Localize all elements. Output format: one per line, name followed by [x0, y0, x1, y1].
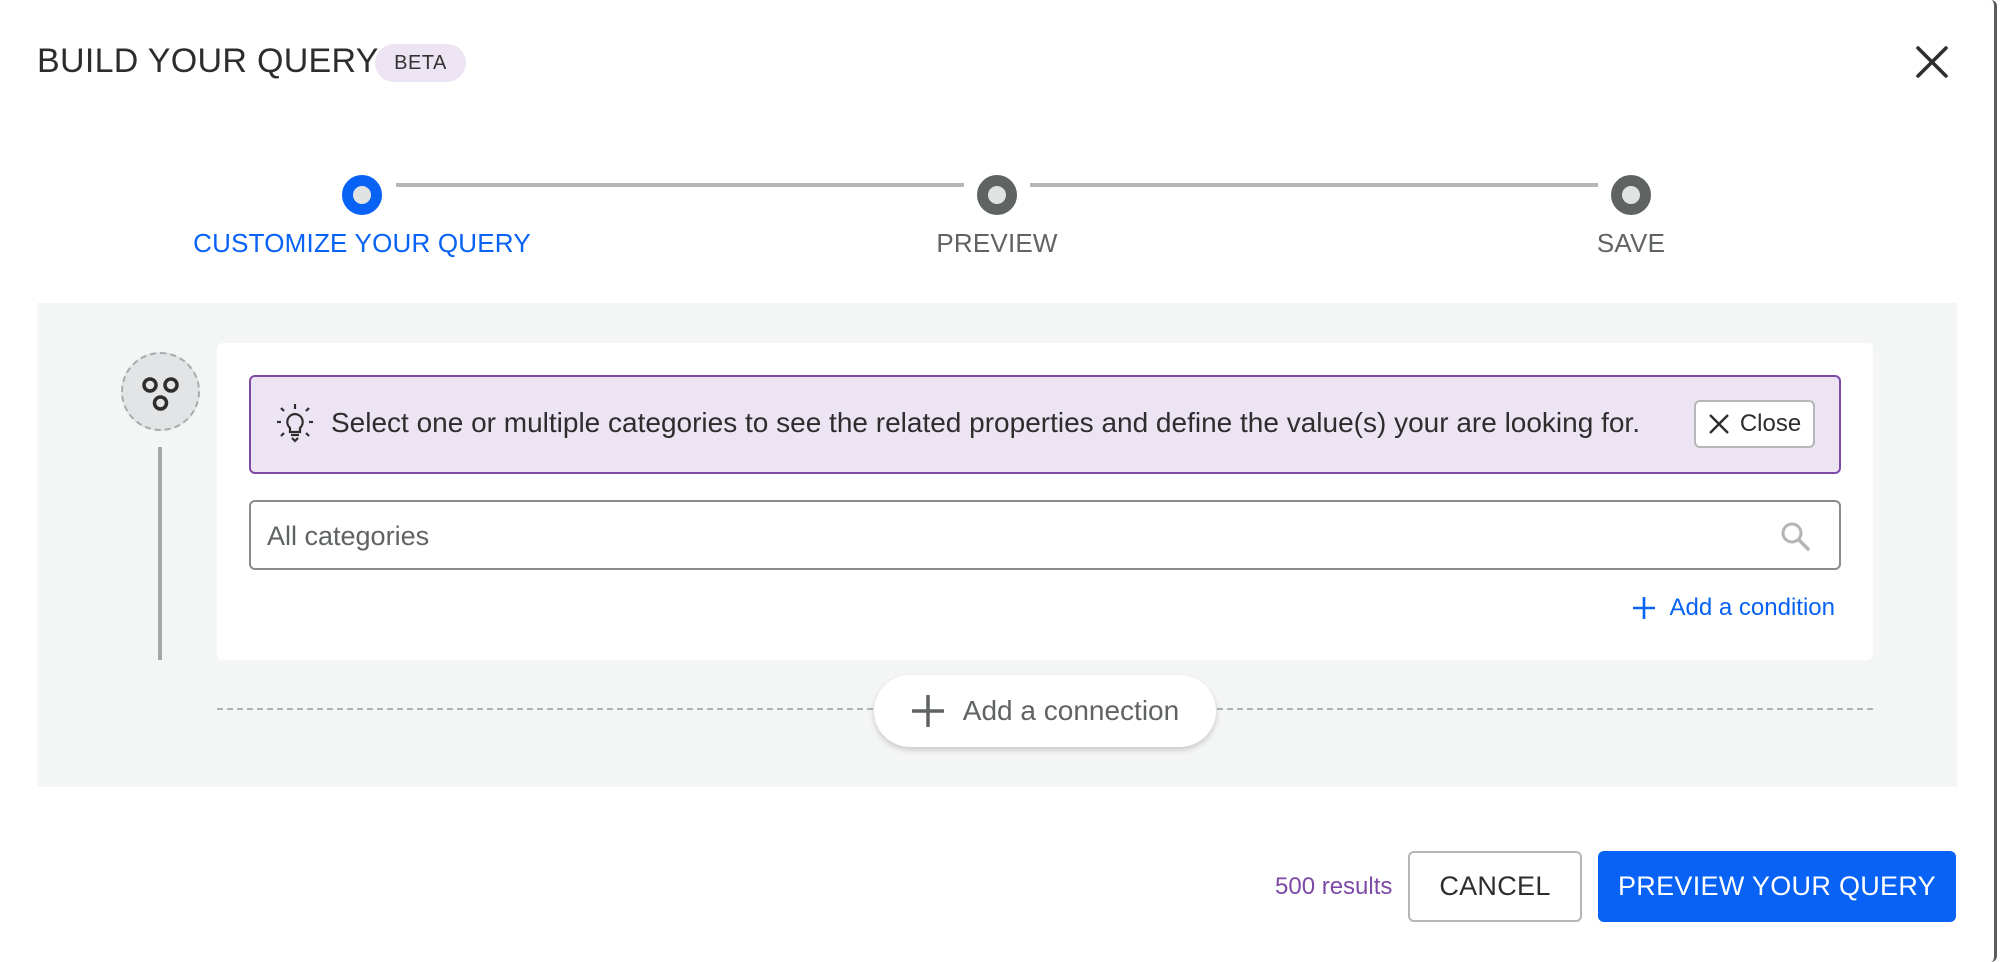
step-indicator-customize — [342, 175, 382, 215]
hint-close-button[interactable]: Close — [1694, 400, 1815, 448]
step-indicator-preview — [977, 175, 1017, 215]
step-connector — [396, 183, 964, 187]
category-group-icon — [121, 352, 200, 431]
preview-query-button[interactable]: PREVIEW YOUR QUERY — [1598, 851, 1956, 922]
beta-badge: BETA — [375, 44, 466, 82]
lightbulb-icon — [277, 404, 313, 443]
step-connector — [1030, 183, 1598, 187]
close-dialog-button[interactable] — [1912, 42, 1952, 82]
cancel-button[interactable]: CANCEL — [1408, 851, 1582, 922]
category-search-input[interactable] — [267, 514, 1767, 558]
step-label-customize: CUSTOMIZE YOUR QUERY — [193, 228, 531, 258]
plus-icon — [911, 695, 944, 727]
dialog-title: BUILD YOUR QUERY — [37, 42, 379, 80]
step-label-save: SAVE — [1596, 228, 1666, 258]
build-query-dialog: BUILD YOUR QUERY BETA CUSTOMIZE YOUR QUE… — [0, 0, 1997, 962]
group-connector-line — [158, 447, 162, 660]
results-count: 500 results — [1275, 873, 1393, 900]
add-condition-label: Add a condition — [1669, 594, 1835, 621]
plus-icon — [1632, 597, 1655, 619]
step-label-preview: PREVIEW — [936, 228, 1058, 258]
group-circles-icon — [142, 377, 179, 411]
close-icon — [1708, 414, 1729, 434]
hint-text: Select one or multiple categories to see… — [331, 407, 1640, 438]
close-icon — [1916, 46, 1948, 78]
add-connection-button[interactable]: Add a connection — [874, 675, 1216, 747]
hint-close-label: Close — [1739, 410, 1802, 437]
search-icon[interactable] — [1779, 520, 1811, 552]
add-connection-label: Add a connection — [962, 695, 1180, 726]
add-condition-button[interactable]: Add a condition — [1632, 594, 1835, 622]
category-search-field[interactable] — [249, 500, 1841, 570]
step-indicator-save — [1611, 175, 1651, 215]
